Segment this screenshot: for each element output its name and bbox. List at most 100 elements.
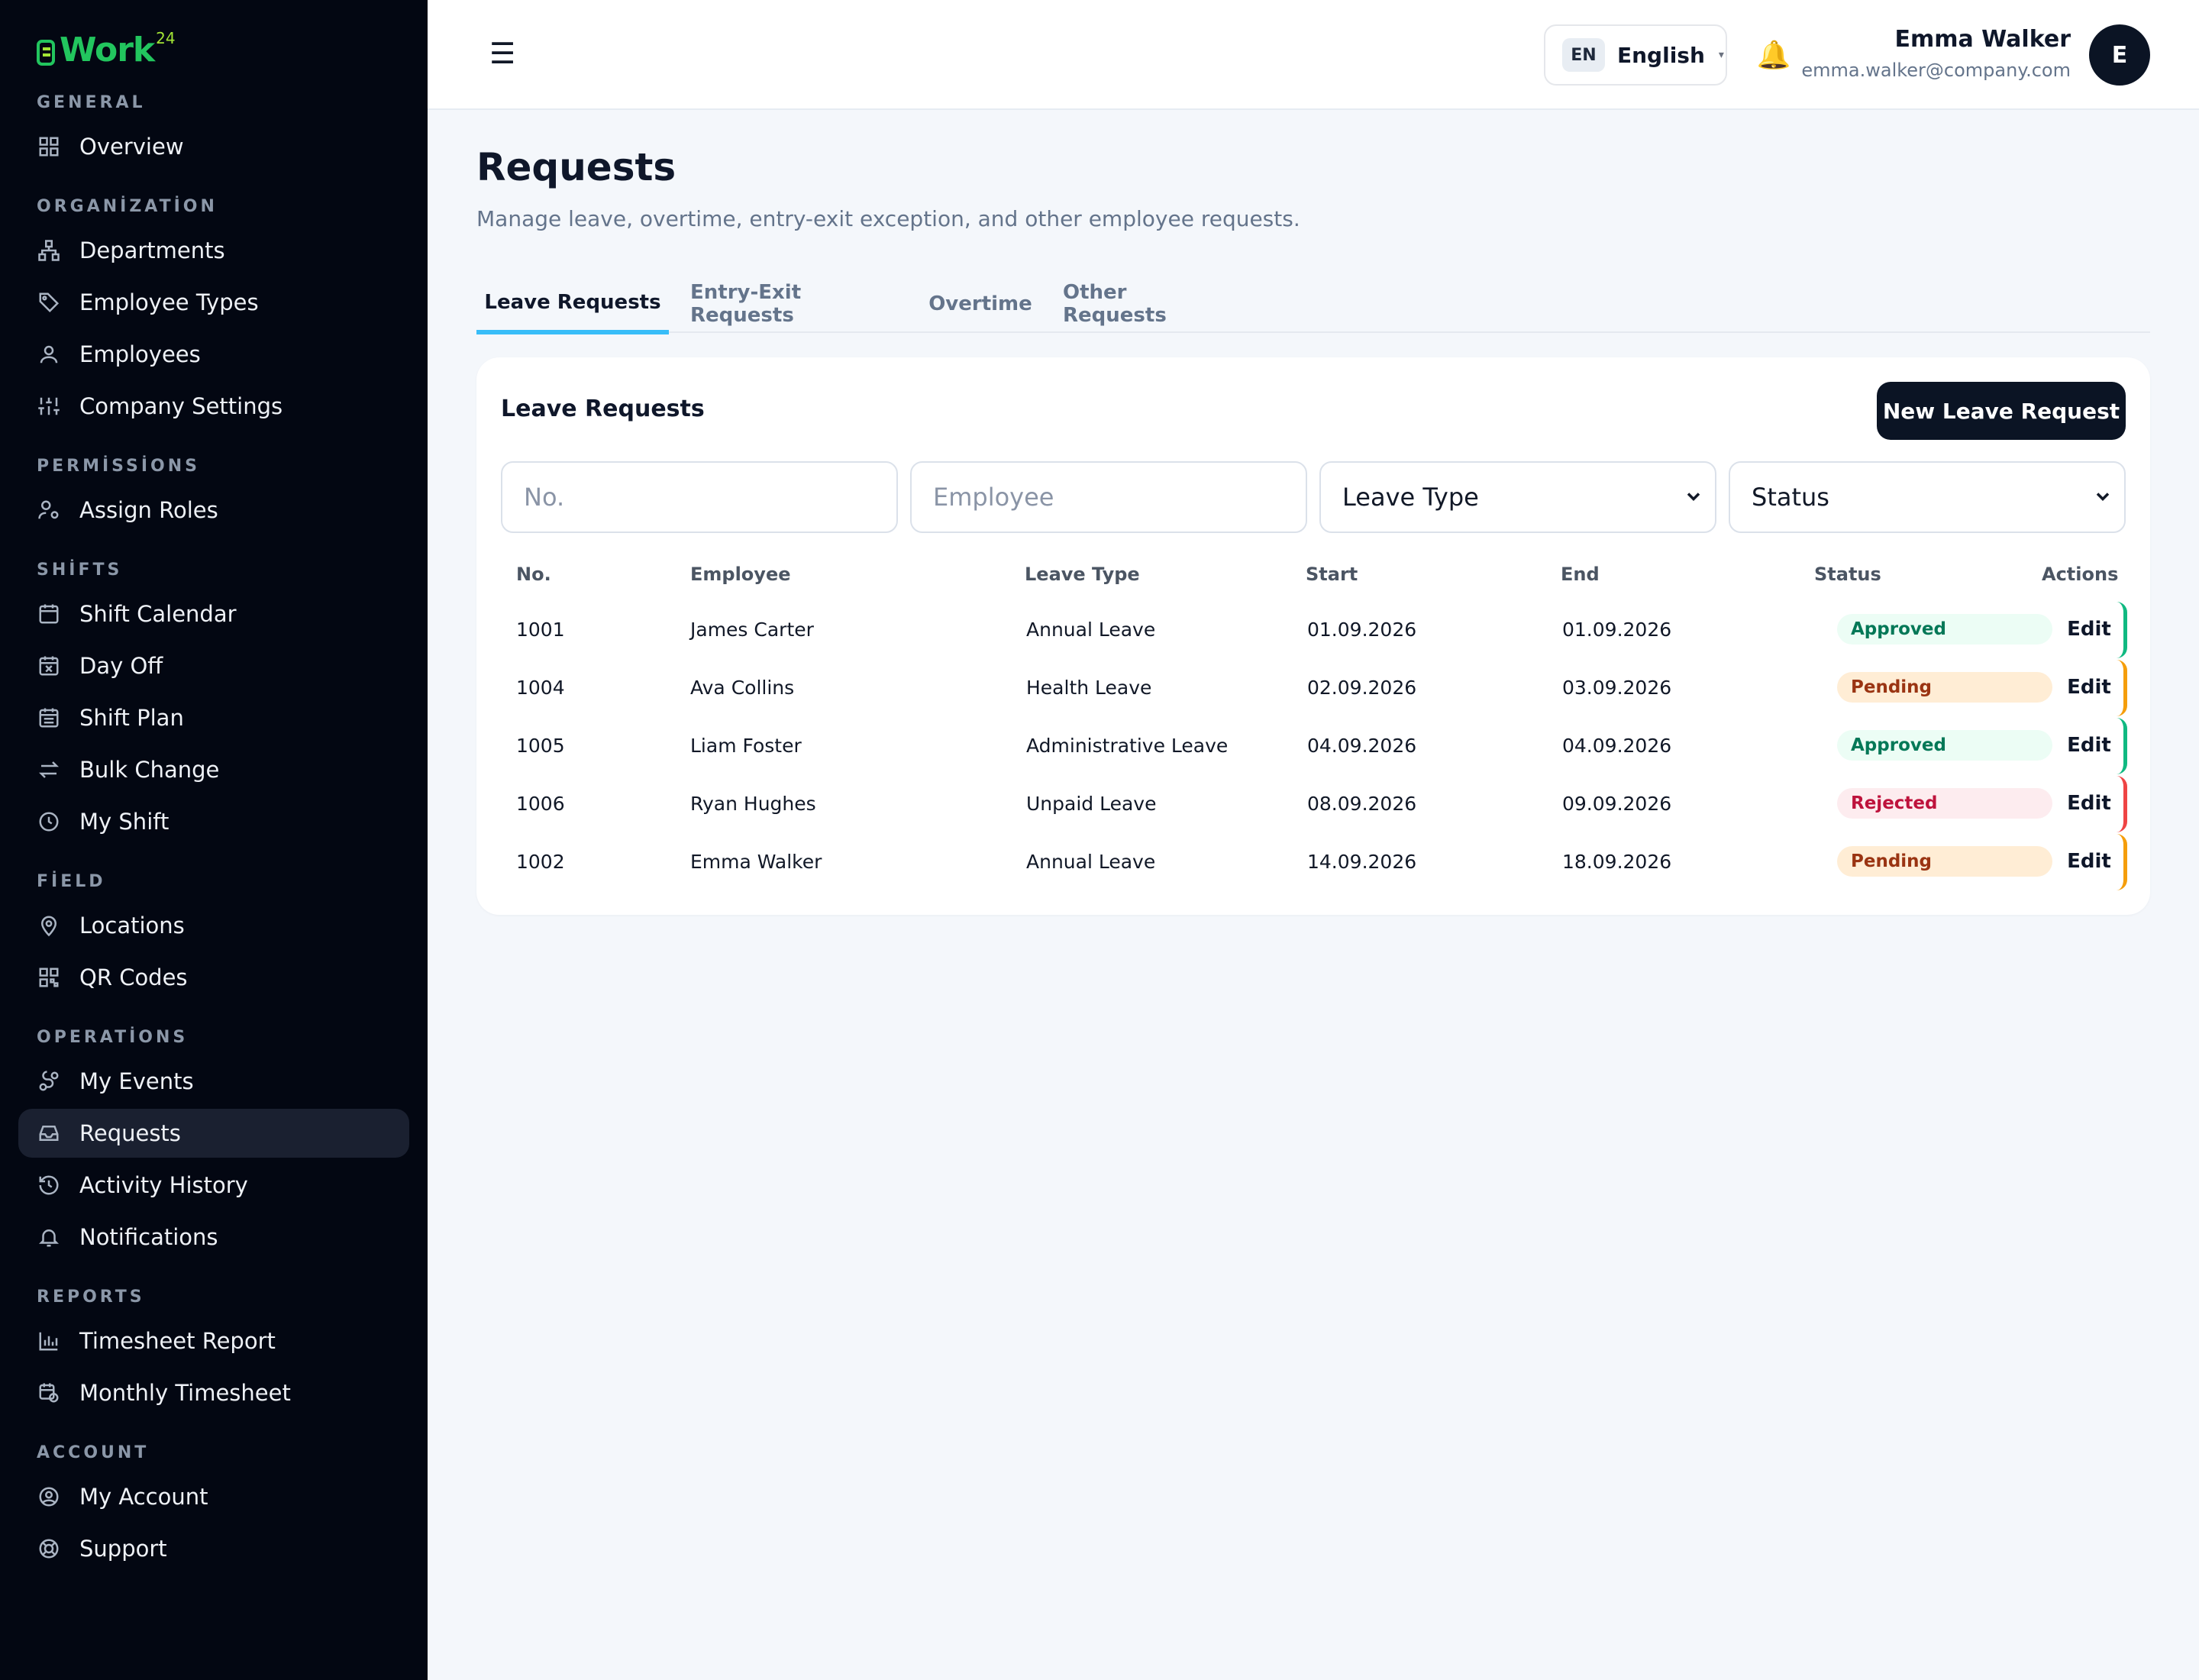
cell-end: 03.09.2026	[1562, 676, 1672, 699]
status-badge: Approved	[1837, 614, 2052, 645]
sidebar-item-departments[interactable]: Departments	[18, 226, 409, 275]
status-select-value: Status	[1752, 483, 1829, 512]
cell-end: 09.09.2026	[1562, 792, 1672, 815]
cell-end: 01.09.2026	[1562, 618, 1672, 641]
logo-text: Work	[60, 31, 155, 69]
status-indicator	[2117, 718, 2127, 774]
user-name: Emma Walker	[1894, 26, 2071, 53]
sidebar-item-label: Departments	[79, 237, 225, 263]
table-row: 1001 James Carter Annual Leave 01.09.202…	[501, 600, 2127, 658]
sidebar-item-employees[interactable]: Employees	[18, 330, 409, 379]
calendar-list-icon	[37, 706, 61, 730]
sidebar-item-timesheet-report[interactable]: Timesheet Report	[18, 1317, 409, 1365]
sitemap-icon	[37, 238, 61, 263]
sidebar-item-qr-codes[interactable]: QR Codes	[18, 953, 409, 1002]
column-header-status[interactable]: Status	[1814, 564, 1881, 585]
leave-type-select-value: Leave Type	[1342, 483, 1479, 512]
status-badge: Pending	[1837, 672, 2052, 703]
tab-overtime[interactable]: Overtime	[927, 275, 1034, 333]
section-title-operations: OPERATİONS	[37, 1028, 189, 1047]
status-indicator	[2117, 834, 2127, 890]
section-title-permissions: PERMİSSİONS	[37, 457, 201, 476]
filter-status-select[interactable]: Status	[1729, 461, 2126, 533]
cell-leave-type: Annual Leave	[1026, 618, 1156, 641]
section-title-organization: ORGANİZATİON	[37, 197, 218, 216]
edit-button[interactable]: Edit	[2059, 729, 2120, 762]
sidebar-item-label: Activity History	[79, 1172, 248, 1198]
column-header-end[interactable]: End	[1561, 564, 1600, 585]
sidebar-item-label: Employees	[79, 341, 201, 367]
sidebar-item-my-events[interactable]: My Events	[18, 1057, 409, 1106]
sidebar-item-label: Overview	[79, 134, 184, 160]
column-header-no[interactable]: No.	[516, 564, 551, 585]
page-subtitle: Manage leave, overtime, entry-exit excep…	[476, 206, 1300, 231]
cell-end: 18.09.2026	[1562, 850, 1672, 873]
sidebar-item-label: Assign Roles	[79, 497, 218, 523]
sidebar-item-bulk-change[interactable]: Bulk Change	[18, 745, 409, 794]
hamburger-icon[interactable]: ☰	[489, 38, 516, 69]
section-title-reports: REPORTS	[37, 1287, 145, 1307]
sidebar-item-shift-plan[interactable]: Shift Plan	[18, 693, 409, 742]
sidebar-item-overview[interactable]: Overview	[18, 122, 409, 171]
filter-leave-type-select[interactable]: Leave Type	[1319, 461, 1716, 533]
tag-icon	[37, 290, 61, 315]
tab-other-requests[interactable]: Other Requests	[1063, 275, 1225, 333]
edit-button[interactable]: Edit	[2059, 670, 2120, 704]
caret-down-icon: ▾	[1718, 49, 1724, 61]
cell-start: 01.09.2026	[1307, 618, 1417, 641]
chevron-down-icon	[1687, 493, 1700, 501]
sidebar-item-monthly-timesheet[interactable]: Monthly Timesheet	[18, 1368, 409, 1417]
sidebar-item-label: My Shift	[79, 809, 170, 835]
sidebar-item-company-settings[interactable]: Company Settings	[18, 382, 409, 431]
sidebar-item-assign-roles[interactable]: Assign Roles	[18, 486, 409, 535]
calendar-clock-icon	[37, 1381, 61, 1405]
sidebar-item-requests[interactable]: Requests	[18, 1109, 409, 1158]
sidebar-item-label: My Events	[79, 1068, 194, 1094]
cell-no: 1006	[516, 792, 565, 815]
filter-employee-input[interactable]: Employee	[910, 461, 1307, 533]
grid-icon	[37, 134, 61, 159]
qr-code-icon	[37, 965, 61, 990]
sidebar-item-label: Support	[79, 1536, 167, 1562]
card-title: Leave Requests	[501, 396, 705, 422]
sidebar-item-notifications[interactable]: Notifications	[18, 1213, 409, 1262]
sidebar-item-locations[interactable]: Locations	[18, 901, 409, 950]
status-badge: Rejected	[1837, 788, 2052, 819]
filter-no-input[interactable]: No.	[501, 461, 898, 533]
sidebar-item-label: Day Off	[79, 653, 163, 679]
sidebar-item-label: Company Settings	[79, 393, 283, 419]
sidebar-item-day-off[interactable]: Day Off	[18, 641, 409, 690]
sidebar-item-employee-types[interactable]: Employee Types	[18, 278, 409, 327]
sidebar-item-support[interactable]: Support	[18, 1524, 409, 1573]
column-header-employee[interactable]: Employee	[690, 564, 791, 585]
sidebar-item-my-account[interactable]: My Account	[18, 1472, 409, 1521]
edit-button[interactable]: Edit	[2059, 787, 2120, 820]
logo-mark-icon	[37, 40, 55, 66]
language-selector[interactable]: EN English ▾	[1544, 24, 1727, 86]
sidebar-item-activity-history[interactable]: Activity History	[18, 1161, 409, 1210]
page-title: Requests	[476, 145, 676, 189]
notification-bell-icon[interactable]: 🔔	[1756, 38, 1791, 73]
sidebar-item-label: Notifications	[79, 1224, 218, 1250]
cell-start: 04.09.2026	[1307, 734, 1417, 757]
column-header-leave-type[interactable]: Leave Type	[1025, 564, 1140, 585]
tab-entry-exit-requests[interactable]: Entry-Exit Requests	[690, 275, 904, 333]
calendar-x-icon	[37, 654, 61, 678]
sidebar-item-my-shift[interactable]: My Shift	[18, 797, 409, 846]
cell-leave-type: Administrative Leave	[1026, 734, 1229, 757]
cell-employee: Liam Foster	[690, 734, 802, 757]
edit-button[interactable]: Edit	[2059, 845, 2120, 878]
arrows-swap-icon	[37, 758, 61, 782]
column-header-start[interactable]: Start	[1306, 564, 1358, 585]
app-logo[interactable]: Work 24	[37, 27, 176, 73]
tab-leave-requests[interactable]: Leave Requests	[476, 275, 669, 334]
new-leave-request-button[interactable]: New Leave Request	[1877, 382, 2126, 440]
cell-no: 1001	[516, 618, 565, 641]
avatar[interactable]: E	[2089, 24, 2150, 86]
top-bar: ☰ EN English ▾ 🔔 Emma Walker emma.walker…	[428, 0, 2199, 110]
table-row: 1004 Ava Collins Health Leave 02.09.2026…	[501, 658, 2127, 716]
edit-button[interactable]: Edit	[2059, 612, 2120, 646]
sidebar-item-shift-calendar[interactable]: Shift Calendar	[18, 590, 409, 638]
cell-no: 1004	[516, 676, 565, 699]
sidebar-item-label: Employee Types	[79, 289, 259, 315]
